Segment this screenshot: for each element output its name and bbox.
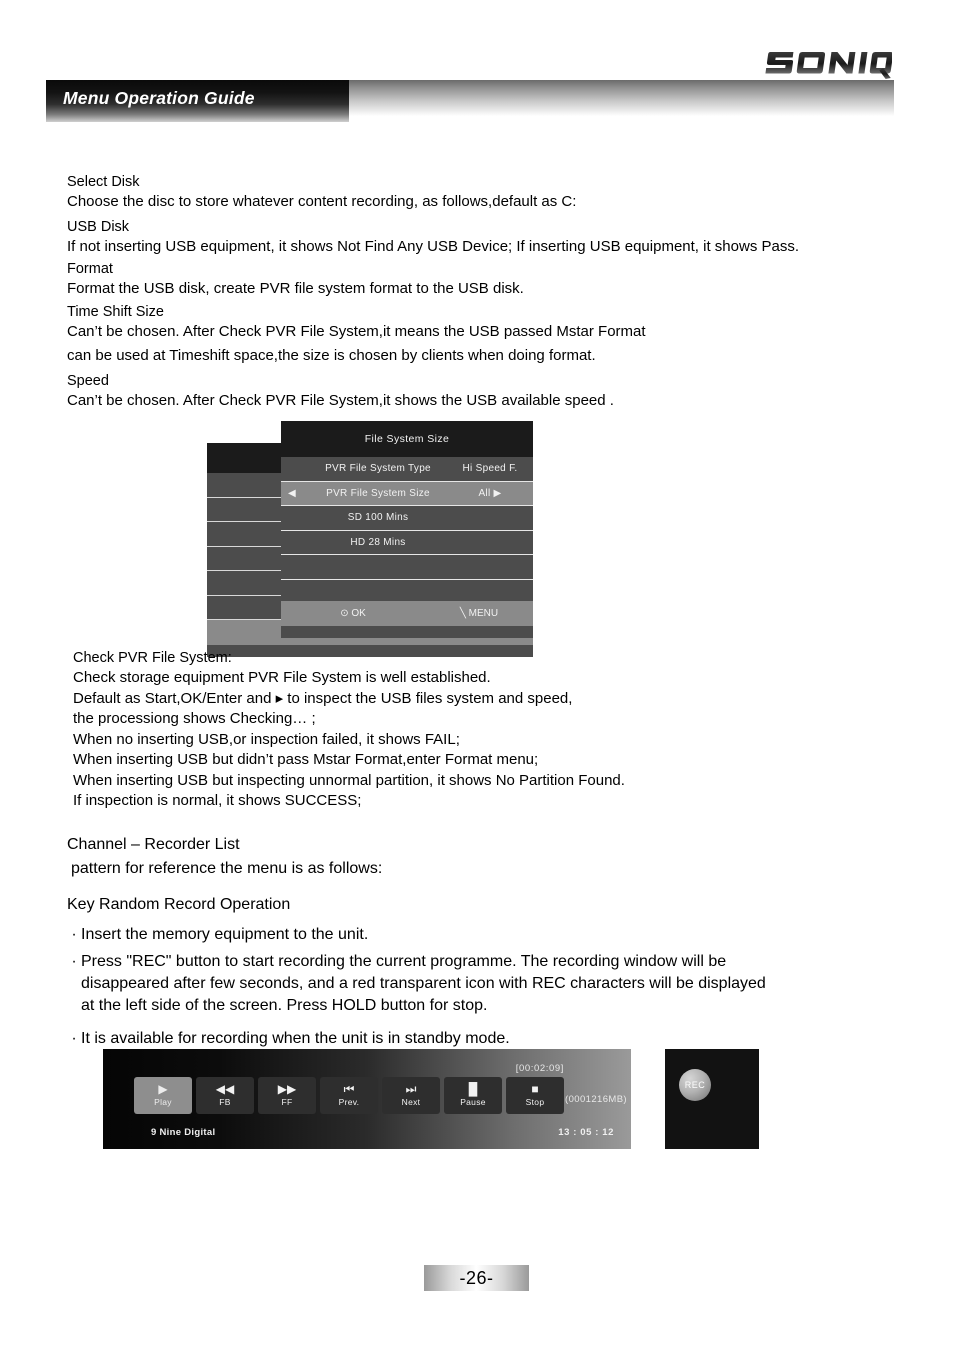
recorder-list-text: pattern for reference the menu is as fol… bbox=[71, 860, 383, 877]
section-text-select-disk: Choose the disc to store whatever conten… bbox=[67, 193, 577, 210]
osd-row-hd-28-mins[interactable]: HD 28 Mins bbox=[281, 531, 533, 555]
fast-backward-button[interactable]: ◀◀ FB bbox=[196, 1077, 254, 1114]
key-random-bullet-3: · It is available for recording when the… bbox=[67, 1027, 897, 1051]
osd-row-pvr-file-system-size[interactable]: ◀ PVR File System Size All ▶ bbox=[281, 481, 533, 506]
recorder-list-section: Channel – Recorder List pattern for refe… bbox=[67, 833, 897, 1051]
section-text-format: Format the USB disk, create PVR file sys… bbox=[67, 280, 524, 297]
section-heading-format: Format bbox=[67, 261, 113, 277]
bullet-icon: · bbox=[71, 1030, 77, 1047]
check-pvr-section: Check PVR File System: Check storage equ… bbox=[73, 648, 903, 812]
header-gradient-bar bbox=[348, 80, 894, 122]
key-random-bullet-text: disappeared after few seconds, and a red… bbox=[81, 975, 766, 992]
key-random-bullet-1: · Insert the memory equipment to the uni… bbox=[67, 923, 897, 947]
rec-icon-screenshot: REC bbox=[665, 1049, 759, 1149]
osd-row-label: HD 28 Mins bbox=[350, 536, 406, 548]
stop-icon: ■ bbox=[531, 1082, 539, 1096]
next-button[interactable]: ⏭ Next bbox=[382, 1077, 440, 1114]
osd-row-label: PVR File System Type bbox=[325, 463, 431, 475]
check-pvr-line: Check storage equipment PVR File System … bbox=[73, 669, 491, 686]
key-random-bullet-text: It is available for recording when the u… bbox=[81, 1030, 510, 1047]
page-footer: -26- bbox=[424, 1265, 529, 1291]
page-header-band: Menu Operation Guide bbox=[46, 80, 894, 122]
fast-forward-button-label: FF bbox=[281, 1097, 293, 1107]
check-pvr-heading: Check PVR File System: bbox=[73, 650, 232, 666]
playback-filesize: (0001216MB) bbox=[565, 1094, 627, 1105]
soniq-logo bbox=[762, 47, 892, 81]
key-random-bullet-text: Press "REC" button to start recording th… bbox=[81, 953, 727, 970]
section-heading-usb-disk: USB Disk bbox=[67, 218, 130, 235]
header-tab-label: Menu Operation Guide bbox=[63, 88, 255, 108]
osd-footer-strip bbox=[281, 626, 533, 638]
key-random-bullet-text: Insert the memory equipment to the unit. bbox=[81, 926, 369, 943]
check-pvr-line: When inserting USB but didn’t pass Mstar… bbox=[73, 751, 539, 768]
key-random-heading: Key Random Record Operation bbox=[67, 896, 291, 913]
osd-title: File System Size bbox=[281, 421, 533, 457]
fast-forward-button[interactable]: ▶▶ FF bbox=[258, 1077, 316, 1114]
pause-button[interactable]: ▐▌ Pause bbox=[444, 1077, 502, 1114]
skip-previous-icon: ⏮ bbox=[343, 1082, 355, 1096]
check-pvr-line: Default as Start,OK/Enter and ▸ to inspe… bbox=[73, 689, 573, 707]
osd-file-system-size-screenshot: C T Fre File System Size PVR File System… bbox=[207, 421, 533, 657]
previous-button-label: Prev. bbox=[338, 1097, 360, 1107]
bullet-icon: · bbox=[71, 953, 77, 970]
playback-bar-screenshot: [00:02:09] (0001216MB) ▶ Play ◀◀ FB ▶▶ F… bbox=[103, 1049, 631, 1149]
osd-row-empty bbox=[281, 579, 533, 602]
stop-button[interactable]: ■ Stop bbox=[506, 1077, 564, 1114]
bullet-icon: · bbox=[71, 926, 77, 943]
key-random-bullet-2: · Press "REC" button to start recording … bbox=[67, 951, 897, 1017]
playback-timecode: [00:02:09] bbox=[515, 1063, 564, 1074]
play-icon: ▶ bbox=[158, 1082, 168, 1096]
osd-row-value[interactable]: All ▶ bbox=[447, 488, 533, 499]
play-button-label: Play bbox=[154, 1097, 172, 1107]
fast-backward-icon: ◀◀ bbox=[215, 1082, 235, 1096]
osd-row-label: SD 100 Mins bbox=[347, 512, 409, 524]
pause-icon: ▐▌ bbox=[464, 1082, 482, 1096]
osd-row-sd-100-mins[interactable]: SD 100 Mins bbox=[281, 506, 533, 531]
osd-row-empty bbox=[281, 555, 533, 580]
header-tab: Menu Operation Guide bbox=[46, 80, 349, 122]
osd-footer-hints: ⊙ OK ╲ MENU bbox=[281, 601, 533, 626]
section-heading-time-shift-size: Time Shift Size bbox=[67, 303, 164, 320]
osd-overlay-menu: File System Size PVR File System Type Hi… bbox=[281, 421, 533, 638]
check-pvr-line: When no inserting USB,or inspection fail… bbox=[73, 730, 460, 748]
playback-clock: 13 : 05 : 12 bbox=[558, 1127, 614, 1138]
section-text-time-shift-size-line2: can be used at Timeshift space,the size … bbox=[67, 347, 596, 364]
fast-backward-button-label: FB bbox=[219, 1097, 231, 1107]
skip-next-icon: ⏭ bbox=[405, 1082, 417, 1096]
play-button[interactable]: ▶ Play bbox=[134, 1077, 192, 1114]
playback-channel-name: 9 Nine Digital bbox=[151, 1127, 216, 1138]
stop-button-label: Stop bbox=[525, 1097, 545, 1107]
osd-row-pvr-file-system-type[interactable]: PVR File System Type Hi Speed F. bbox=[281, 457, 533, 482]
section-heading-select-disk: Select Disk bbox=[67, 174, 140, 190]
osd-menu-hint[interactable]: ╲ MENU bbox=[425, 608, 533, 619]
check-pvr-line: the processiong shows Checking… ; bbox=[73, 710, 316, 727]
pause-button-label: Pause bbox=[460, 1097, 486, 1107]
check-pvr-line: When inserting USB but inspecting unnorm… bbox=[73, 771, 625, 789]
osd-row-value: Hi Speed F. bbox=[462, 463, 518, 475]
page-content: Select Disk Choose the disc to store wha… bbox=[67, 172, 897, 411]
rec-icon: REC bbox=[679, 1069, 711, 1101]
fast-forward-icon: ▶▶ bbox=[277, 1082, 297, 1096]
previous-button[interactable]: ⏮ Prev. bbox=[320, 1077, 378, 1114]
section-heading-speed: Speed bbox=[67, 372, 109, 389]
osd-left-arrow-icon[interactable]: ◀ bbox=[281, 488, 303, 499]
page-number: -26- bbox=[459, 1267, 494, 1288]
osd-row-label: PVR File System Size bbox=[326, 487, 430, 499]
check-pvr-line: If inspection is normal, it shows SUCCES… bbox=[73, 792, 362, 809]
section-text-time-shift-size-line1: Can’t be chosen. After Check PVR File Sy… bbox=[67, 322, 646, 340]
osd-ok-hint[interactable]: ⊙ OK bbox=[281, 608, 425, 619]
section-text-speed: Can’t be chosen. After Check PVR File Sy… bbox=[67, 391, 614, 409]
playback-button-row: ▶ Play ◀◀ FB ▶▶ FF ⏮ Prev. ⏭ Next ▐▌ Pau… bbox=[134, 1077, 564, 1114]
next-button-label: Next bbox=[401, 1097, 421, 1107]
section-text-usb-disk: If not inserting USB equipment, it shows… bbox=[67, 237, 799, 255]
key-random-bullet-text: at the left side of the screen. Press HO… bbox=[81, 997, 488, 1014]
recorder-list-heading: Channel – Recorder List bbox=[67, 836, 240, 853]
